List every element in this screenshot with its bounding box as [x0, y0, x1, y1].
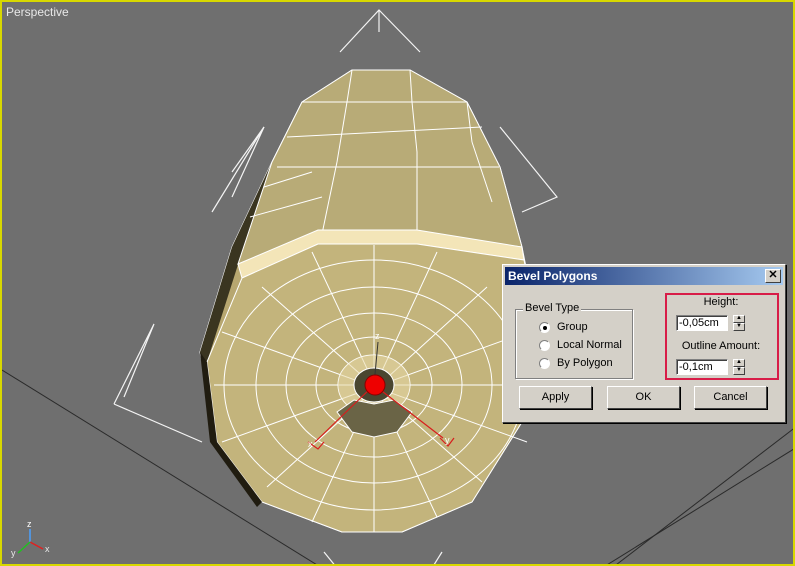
close-icon: ✕ [768, 269, 778, 281]
spinner-up-icon[interactable]: ▲ [733, 359, 745, 367]
radio-local-normal[interactable]: Local Normal [527, 339, 637, 354]
outline-amount-field[interactable]: -0,1cm [676, 359, 728, 375]
height-spinner[interactable]: ▲ ▼ [733, 315, 745, 331]
axis-z-label: z [27, 519, 32, 529]
perspective-viewport[interactable]: Perspective x y z z x y Bevel Polygons ✕… [0, 0, 795, 566]
axis-tripod-icon: z x y [11, 519, 50, 558]
ok-button[interactable]: OK [607, 386, 680, 409]
bevel-type-label: Bevel Type [523, 302, 582, 314]
height-field[interactable]: -0,05cm [676, 315, 728, 331]
gizmo-z-label: z [375, 331, 380, 341]
selection-center-icon [364, 374, 386, 396]
height-value[interactable]: -0,05cm [679, 317, 719, 329]
outline-amount-label: Outline Amount: [681, 340, 761, 352]
outline-amount-value[interactable]: -0,1cm [679, 361, 713, 373]
gizmo-y-label: y [445, 435, 450, 445]
radio-by-polygon-dot[interactable] [539, 358, 550, 369]
axis-x-label: x [45, 544, 50, 554]
cancel-button[interactable]: Cancel [694, 386, 767, 409]
gizmo-x-label: x [308, 439, 313, 449]
spinner-down-icon[interactable]: ▼ [733, 323, 745, 331]
bevel-polygons-dialog[interactable]: Bevel Polygons ✕ Bevel Type Group Local … [502, 264, 786, 423]
axis-y-label: y [11, 548, 16, 558]
radio-by-polygon[interactable]: By Polygon [527, 357, 637, 372]
close-button[interactable]: ✕ [765, 269, 781, 283]
radio-group-dot[interactable] [539, 322, 550, 333]
cylinder-mesh[interactable] [199, 69, 538, 533]
radio-group-label[interactable]: Group [557, 321, 588, 333]
radio-local-normal-dot[interactable] [539, 340, 550, 351]
outline-amount-spinner[interactable]: ▲ ▼ [733, 359, 745, 375]
radio-group[interactable]: Group [527, 321, 637, 336]
spinner-down-icon[interactable]: ▼ [733, 367, 745, 375]
radio-local-normal-label[interactable]: Local Normal [557, 339, 622, 351]
dialog-titlebar[interactable]: Bevel Polygons ✕ [505, 267, 783, 285]
height-label: Height: [703, 296, 739, 308]
apply-button[interactable]: Apply [519, 386, 592, 409]
dialog-title: Bevel Polygons [508, 269, 598, 283]
radio-by-polygon-label[interactable]: By Polygon [557, 357, 613, 369]
spinner-up-icon[interactable]: ▲ [733, 315, 745, 323]
